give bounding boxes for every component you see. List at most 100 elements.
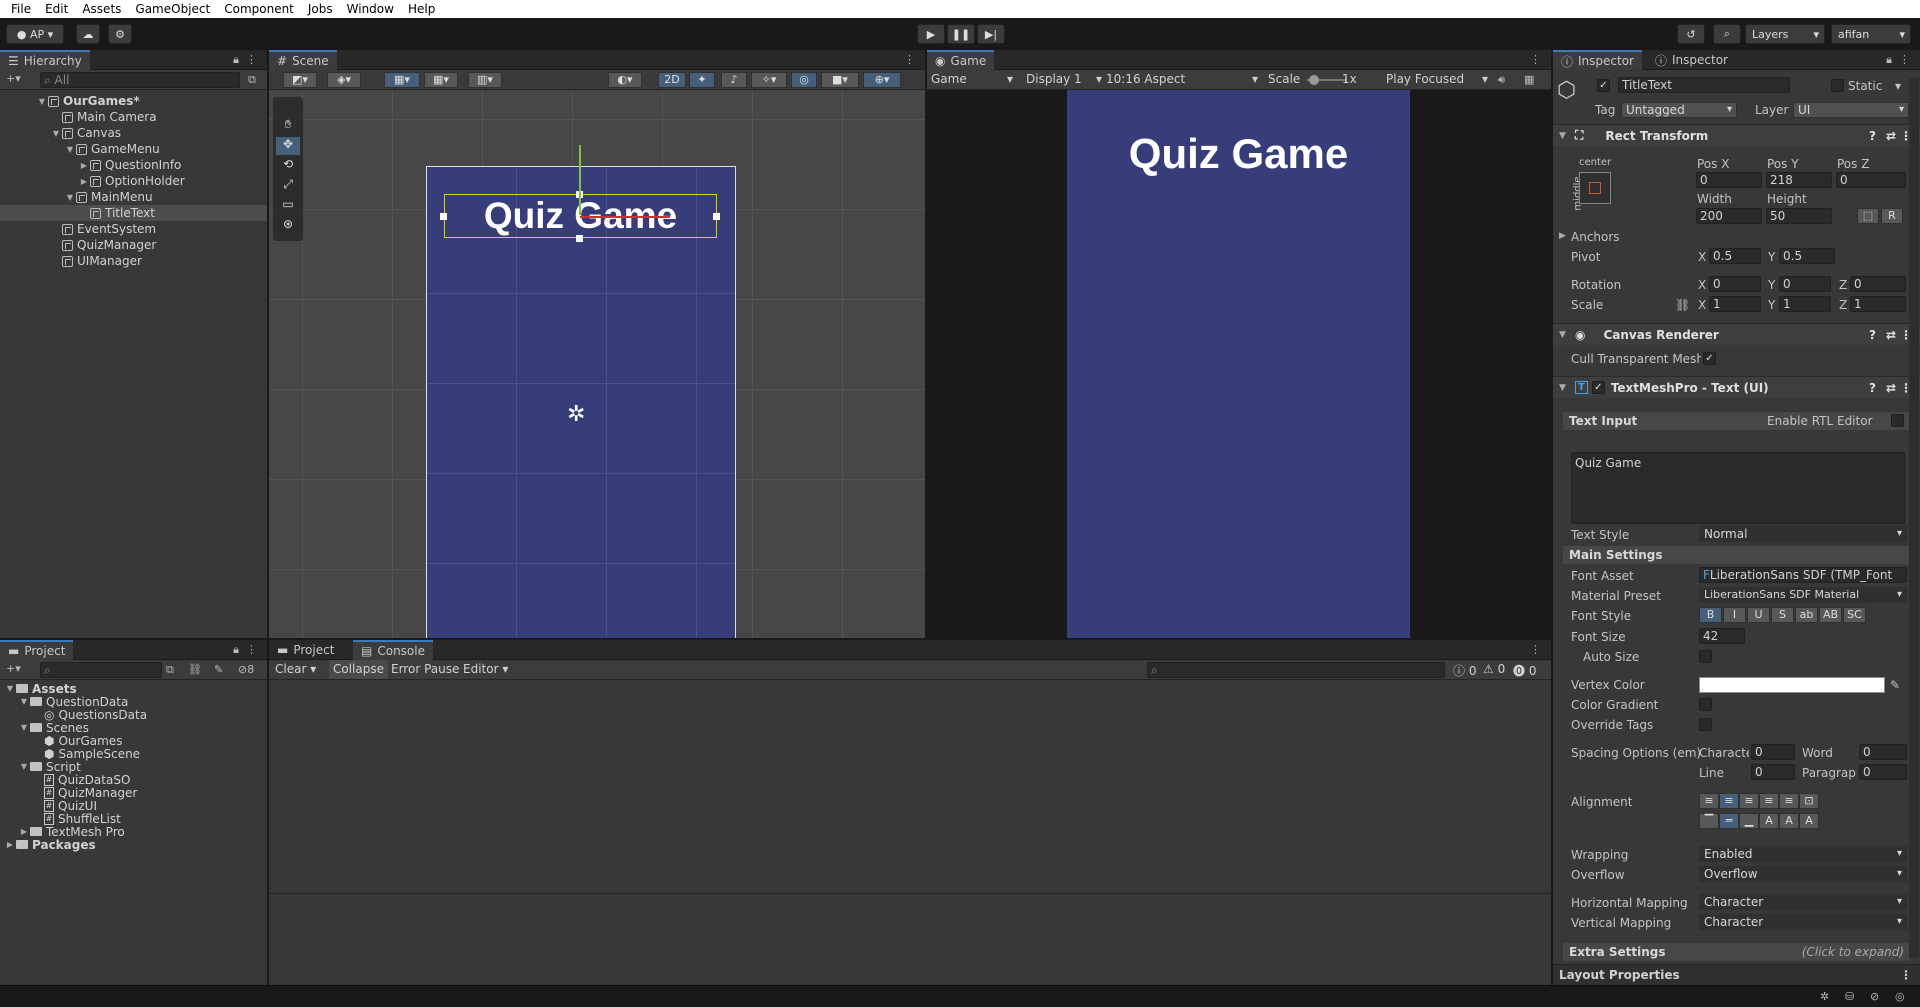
posy-field[interactable]: 218 — [1766, 172, 1832, 188]
project-item[interactable]: # QuizUI — [0, 799, 267, 813]
project-search-input[interactable]: ⌕ — [40, 662, 162, 678]
render-mode-button[interactable]: ◈▾ — [327, 72, 361, 88]
display-dropdown[interactable]: Display 1 ▾ — [1026, 72, 1104, 86]
text-style-dropdown[interactable]: Normal — [1699, 526, 1907, 542]
account-button[interactable]: ● AP ▾ — [6, 24, 64, 44]
rotation-x-field[interactable]: 0 — [1709, 276, 1761, 292]
tab-hierarchy[interactable]: ☰ Hierarchy — [0, 50, 90, 70]
game-view[interactable]: Quiz Game — [1067, 90, 1410, 638]
scale-x-field[interactable]: 1 — [1709, 296, 1761, 312]
rect-transform-header[interactable]: ▼ ⛶ Rect Transform ? ⇄ ⋮ — [1553, 124, 1920, 146]
width-field[interactable]: 200 — [1696, 208, 1762, 224]
project-item[interactable]: ▼ Assets — [0, 682, 267, 696]
expand-arrow-icon[interactable]: ▼ — [64, 193, 76, 202]
kebab-menu-icon[interactable]: ⋮ — [1900, 965, 1912, 985]
expand-arrow-icon[interactable]: ▼ — [4, 684, 16, 693]
anchors-arrow-icon[interactable]: ▶ — [1559, 231, 1566, 241]
clear-button[interactable]: Clear ▾ — [275, 662, 316, 676]
scale-z-field[interactable]: 1 — [1850, 296, 1906, 312]
scene-viewport[interactable]: Quiz Game ✲ ✋︎ ✥ ⟲ ⤢ ▭ ⊛ — [269, 91, 925, 638]
resize-handle[interactable] — [440, 213, 447, 220]
tab-project-secondary[interactable]: ▬ Project — [269, 640, 342, 660]
align-midline-icon[interactable]: A — [1779, 813, 1799, 829]
expand-arrow-icon[interactable]: ▼ — [18, 762, 30, 771]
error-pause-button[interactable]: Error Pause — [391, 662, 459, 676]
inspector-scrollbar[interactable] — [1909, 78, 1919, 958]
help-icon[interactable]: ? — [1869, 328, 1876, 342]
rtl-editor-checkbox[interactable] — [1891, 414, 1904, 427]
align-left-icon[interactable]: ≡ — [1699, 793, 1719, 809]
auto-generate-lighting-icon[interactable]: ⊘ — [1870, 990, 1879, 1003]
undo-history-button[interactable]: ↺ — [1677, 24, 1705, 44]
presets-icon[interactable]: ⇄ — [1886, 381, 1896, 395]
grid-snap-button[interactable]: ▦▾ — [384, 72, 420, 88]
kebab-menu-icon[interactable]: ⋮ — [1530, 53, 1541, 66]
project-item[interactable]: ▼ Script — [0, 760, 267, 774]
tab-inspector[interactable]: ⓘ Inspector — [1553, 50, 1642, 70]
line-spacing-field[interactable]: 0 — [1751, 764, 1795, 780]
project-item[interactable]: ▼ Scenes — [0, 721, 267, 735]
tab-scene[interactable]: # Scene — [269, 50, 337, 70]
override-tags-checkbox[interactable] — [1699, 718, 1712, 731]
font-style-button[interactable]: ab — [1795, 607, 1818, 623]
cloud-button[interactable]: ☁ — [76, 24, 100, 44]
align-capline-icon[interactable]: A — [1799, 813, 1819, 829]
error-count-toggle[interactable]: ⓿ 0 — [1513, 662, 1536, 679]
project-item[interactable]: ▶ Packages — [0, 838, 267, 852]
move-gizmo-y-axis[interactable] — [579, 145, 581, 215]
move-tool-icon[interactable]: ✥ — [276, 137, 300, 155]
font-style-button[interactable]: S — [1771, 607, 1794, 623]
pause-button[interactable]: ❚❚ — [947, 24, 975, 44]
mute-audio-icon[interactable]: 🔊︎ — [1498, 73, 1505, 87]
bug-icon[interactable]: ✲ — [1820, 990, 1829, 1003]
menu-file[interactable]: File — [4, 2, 38, 16]
vertical-mapping-dropdown[interactable]: Character — [1699, 914, 1907, 930]
add-icon[interactable]: +▾ — [6, 662, 21, 675]
search-by-label-icon[interactable]: ⛓ — [188, 663, 202, 676]
color-gradient-checkbox[interactable] — [1699, 698, 1712, 711]
align-middle-icon[interactable]: ═ — [1719, 813, 1739, 829]
pivot-x-field[interactable]: 0.5 — [1709, 248, 1761, 264]
expand-arrow-icon[interactable]: ▼ — [50, 129, 62, 138]
word-spacing-field[interactable]: 0 — [1859, 744, 1907, 760]
align-center-icon[interactable]: ≡ — [1719, 793, 1739, 809]
project-item[interactable]: ▶ TextMesh Pro — [0, 825, 267, 839]
shading-button[interactable]: ◐▾ — [608, 72, 642, 88]
expand-arrow-icon[interactable]: ▶ — [18, 827, 30, 836]
expand-arrow-icon[interactable]: ▶ — [4, 840, 16, 849]
play-mode-dropdown[interactable]: Play Focused ▾ — [1386, 72, 1490, 86]
stats-icon[interactable]: ▦ — [1524, 73, 1534, 86]
wrapping-dropdown[interactable]: Enabled — [1699, 846, 1907, 862]
gizmos-button[interactable]: ⊕▾ — [863, 72, 901, 88]
network-icon[interactable]: ⛁ — [1845, 990, 1854, 1003]
hierarchy-item[interactable]: ▶ OptionHolder — [0, 173, 267, 189]
rotation-z-field[interactable]: 0 — [1850, 276, 1906, 292]
font-style-button[interactable]: I — [1723, 607, 1746, 623]
camera-button[interactable]: ■▾ — [821, 72, 859, 88]
static-dropdown[interactable]: ▾ — [1895, 79, 1901, 93]
hierarchy-item[interactable]: EventSystem — [0, 221, 267, 237]
eyedropper-icon[interactable]: ✎ — [1890, 678, 1900, 692]
menu-jobs[interactable]: Jobs — [301, 2, 340, 16]
posz-field[interactable]: 0 — [1836, 172, 1906, 188]
tab-project[interactable]: ▬ Project — [0, 640, 74, 660]
font-size-field[interactable]: 42 — [1699, 628, 1745, 644]
tab-game[interactable]: ◉ Game — [927, 50, 995, 70]
search-by-type-icon[interactable]: ⧉ — [166, 663, 174, 677]
object-name-field[interactable]: TitleText — [1618, 77, 1790, 93]
menu-assets[interactable]: Assets — [75, 2, 128, 16]
console-search-input[interactable]: ⌕ — [1147, 662, 1445, 678]
menu-help[interactable]: Help — [401, 2, 442, 16]
expand-arrow-icon[interactable]: ▼ — [64, 145, 76, 154]
font-style-button[interactable]: SC — [1843, 607, 1866, 623]
scene-canvas-rect[interactable]: Quiz Game ✲ — [426, 145, 736, 638]
cull-transparent-checkbox[interactable]: ✓ — [1703, 352, 1716, 365]
resize-handle[interactable] — [713, 213, 720, 220]
collapse-button[interactable]: Collapse — [329, 660, 388, 679]
textmeshpro-header[interactable]: ▼ T ✓ TextMeshPro - Text (UI) ? ⇄ ⋮ — [1553, 376, 1920, 398]
hierarchy-item[interactable]: ▼ GameMenu — [0, 141, 267, 157]
increment-snap-button[interactable]: ▥▾ — [468, 72, 502, 88]
lock-icon[interactable]: 🔒︎ — [233, 643, 239, 657]
menu-edit[interactable]: Edit — [38, 2, 75, 16]
play-button[interactable]: ▶ — [917, 24, 945, 44]
